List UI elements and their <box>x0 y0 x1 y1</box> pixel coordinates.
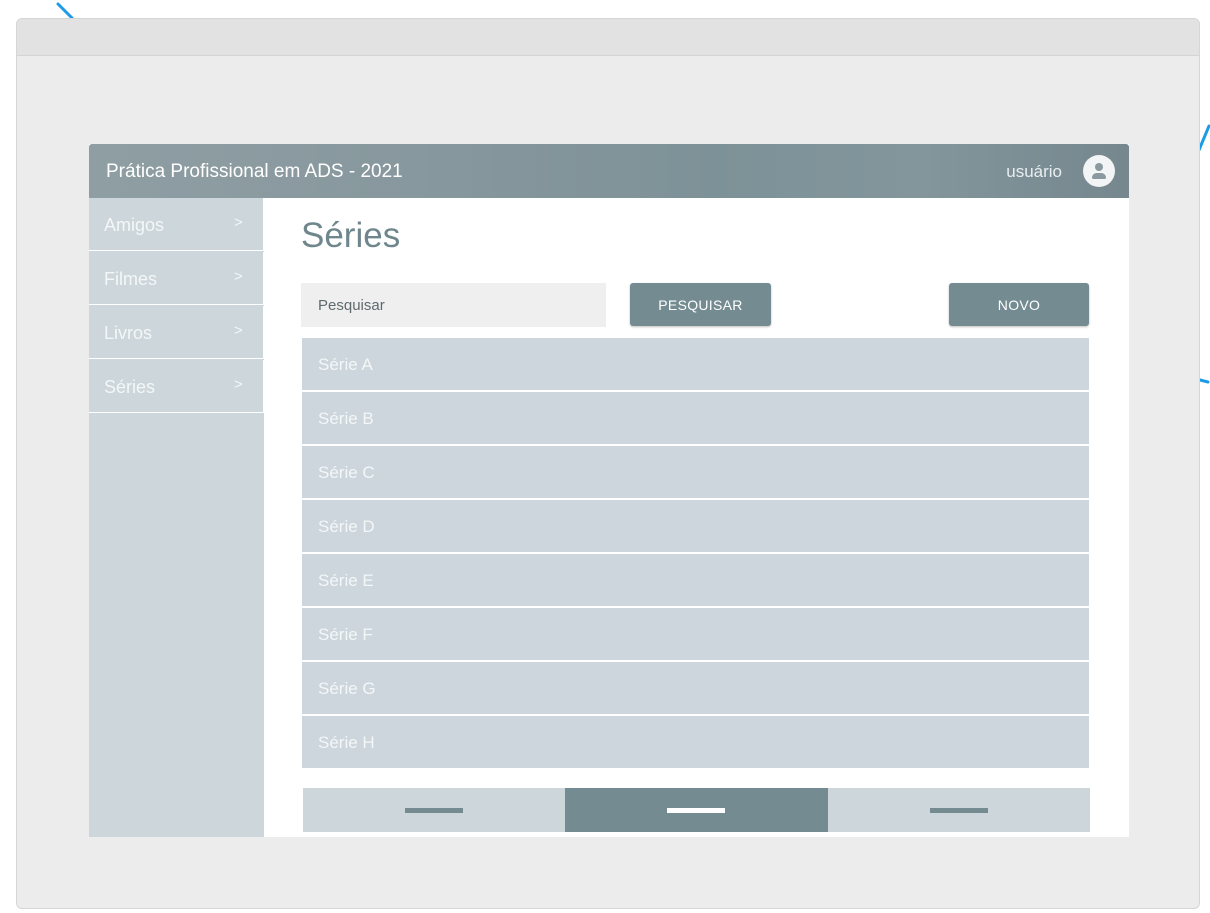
list-item-label: Série E <box>318 571 374 590</box>
search-button[interactable]: PESQUISAR <box>630 283 771 326</box>
page-indicator-dash <box>405 808 464 813</box>
list-item[interactable]: Série C <box>302 446 1089 498</box>
list-item[interactable]: Série B <box>302 392 1089 444</box>
sidebar: Amigos > Filmes > Livros > Séries > <box>89 198 264 837</box>
app-header: Prática Profissional em ADS - 2021 usuár… <box>89 144 1129 198</box>
chevron-right-icon: > <box>234 268 243 285</box>
window-frame: Prática Profissional em ADS - 2021 usuár… <box>16 18 1200 909</box>
pagination-page-1[interactable] <box>303 788 566 832</box>
page-title: Séries <box>301 216 401 255</box>
user-avatar-icon[interactable] <box>1083 155 1115 187</box>
list-item[interactable]: Série D <box>302 500 1089 552</box>
chevron-right-icon: > <box>234 322 243 339</box>
user-name[interactable]: usuário <box>1006 162 1062 182</box>
page-indicator-dash <box>929 808 988 813</box>
search-input[interactable] <box>301 283 606 327</box>
list-item[interactable]: Série G <box>302 662 1089 714</box>
list-item-label: Série H <box>318 733 375 752</box>
page-indicator-dash <box>667 808 726 813</box>
sidebar-item-filmes[interactable]: Filmes > <box>89 252 264 305</box>
window-title-bar <box>17 19 1199 56</box>
series-list: Série A Série B Série C Série D Série E … <box>302 338 1089 770</box>
sidebar-item-amigos[interactable]: Amigos > <box>89 198 264 251</box>
list-item-label: Série C <box>318 463 375 482</box>
sidebar-item-livros[interactable]: Livros > <box>89 306 264 359</box>
pagination-page-3[interactable] <box>827 788 1090 832</box>
pagination-page-2[interactable] <box>565 788 828 832</box>
list-item-label: Série F <box>318 625 373 644</box>
list-item[interactable]: Série H <box>302 716 1089 768</box>
list-item-label: Série B <box>318 409 374 428</box>
list-item[interactable]: Série A <box>302 338 1089 390</box>
new-button[interactable]: NOVO <box>949 283 1089 326</box>
app-container: Prática Profissional em ADS - 2021 usuár… <box>89 144 1129 837</box>
chevron-right-icon: > <box>234 214 243 231</box>
chevron-right-icon: > <box>234 376 243 393</box>
list-item[interactable]: Série E <box>302 554 1089 606</box>
pagination <box>303 788 1090 832</box>
sidebar-item-label: Livros <box>104 323 153 343</box>
list-item-label: Série G <box>318 679 376 698</box>
sidebar-item-label: Amigos <box>104 215 165 235</box>
sidebar-item-label: Séries <box>104 377 156 397</box>
list-item-label: Série D <box>318 517 375 536</box>
sidebar-item-label: Filmes <box>104 269 157 289</box>
sidebar-item-series[interactable]: Séries > <box>89 360 264 413</box>
list-item[interactable]: Série F <box>302 608 1089 660</box>
app-title: Prática Profissional em ADS - 2021 <box>106 161 403 182</box>
list-item-label: Série A <box>318 355 373 374</box>
